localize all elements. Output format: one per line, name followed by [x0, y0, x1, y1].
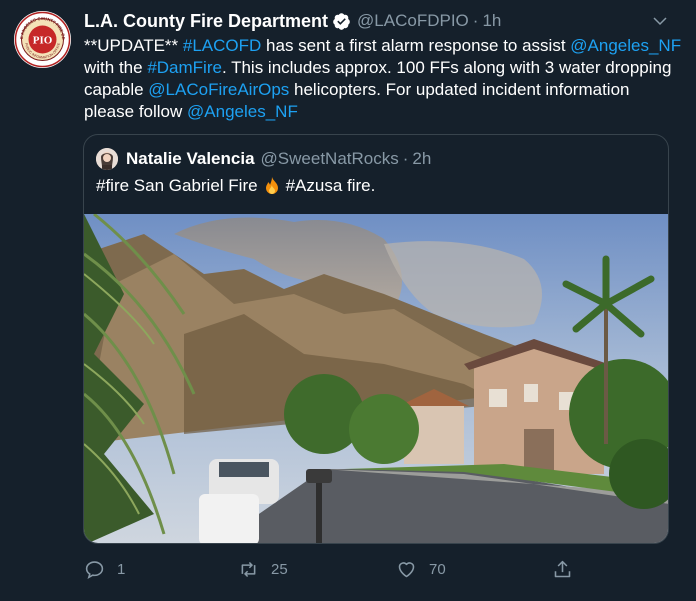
- tweet-time[interactable]: 1h: [482, 11, 501, 31]
- mention-link-angeles-nf[interactable]: @Angeles_NF: [570, 36, 681, 55]
- hashtag-link-lacofd[interactable]: #LACOFD: [183, 36, 261, 55]
- like-count: 70: [429, 560, 446, 578]
- quoted-tweet-time[interactable]: 2h: [412, 149, 431, 169]
- verified-badge-icon: [332, 12, 351, 31]
- quoted-text-after: #Azusa fire.: [285, 176, 376, 195]
- heart-icon: [398, 561, 415, 577]
- chevron-down-icon[interactable]: [651, 12, 669, 30]
- quoted-author-avatar[interactable]: [96, 148, 118, 170]
- quoted-author-name[interactable]: Natalie Valencia: [126, 149, 255, 169]
- retweet-count: 25: [271, 560, 288, 578]
- author-avatar[interactable]: LOS ANGELES COUNTY FIRE DEPT PUBLIC INFO…: [14, 11, 71, 68]
- retweet-icon: [241, 561, 256, 577]
- reply-count: 1: [117, 560, 126, 578]
- action-bar: 1 25 70: [84, 557, 584, 581]
- author-name[interactable]: L.A. County Fire Department: [84, 11, 328, 32]
- author-handle[interactable]: @LACoFDPIO: [357, 11, 469, 31]
- share-button[interactable]: [552, 557, 573, 581]
- quoted-tweet[interactable]: Natalie Valencia @SweetNatRocks · 2h #fi…: [83, 134, 669, 544]
- mention-link-angeles-nf-2[interactable]: @Angeles_NF: [187, 102, 298, 121]
- tweet[interactable]: LOS ANGELES COUNTY FIRE DEPT PUBLIC INFO…: [0, 0, 696, 601]
- tweet-header: L.A. County Fire Department @LACoFDPIO ·…: [84, 9, 501, 33]
- like-button[interactable]: 70: [396, 557, 446, 581]
- tweet-text: **UPDATE** #LACOFD has sent a first alar…: [84, 35, 684, 123]
- quoted-tweet-photo[interactable]: [84, 214, 668, 543]
- avatar-pio-text: PIO: [33, 35, 53, 47]
- retweet-button[interactable]: 25: [238, 557, 288, 581]
- separator-dot: ·: [402, 149, 409, 168]
- hashtag-link-damfire[interactable]: #DamFire: [147, 58, 222, 77]
- separator-dot: ·: [472, 11, 479, 30]
- mention-link-lacofireairops[interactable]: @LACoFireAirOps: [148, 80, 289, 99]
- quoted-tweet-header: Natalie Valencia @SweetNatRocks · 2h: [96, 146, 431, 172]
- quoted-tweet-text: #fire San Gabriel Fire #Azusa fire.: [96, 176, 375, 196]
- reply-icon: [85, 560, 104, 579]
- quoted-text-before: #fire San Gabriel Fire: [96, 176, 258, 195]
- reply-button[interactable]: 1: [84, 557, 125, 581]
- quoted-author-handle[interactable]: @SweetNatRocks: [261, 149, 399, 169]
- tweet-text-part: **UPDATE**: [84, 36, 183, 55]
- tweet-text-part: with the: [84, 58, 148, 77]
- share-icon: [554, 560, 571, 577]
- tweet-text-part: has sent a first alarm response to assis…: [261, 36, 571, 55]
- fire-emoji-icon: [262, 176, 282, 196]
